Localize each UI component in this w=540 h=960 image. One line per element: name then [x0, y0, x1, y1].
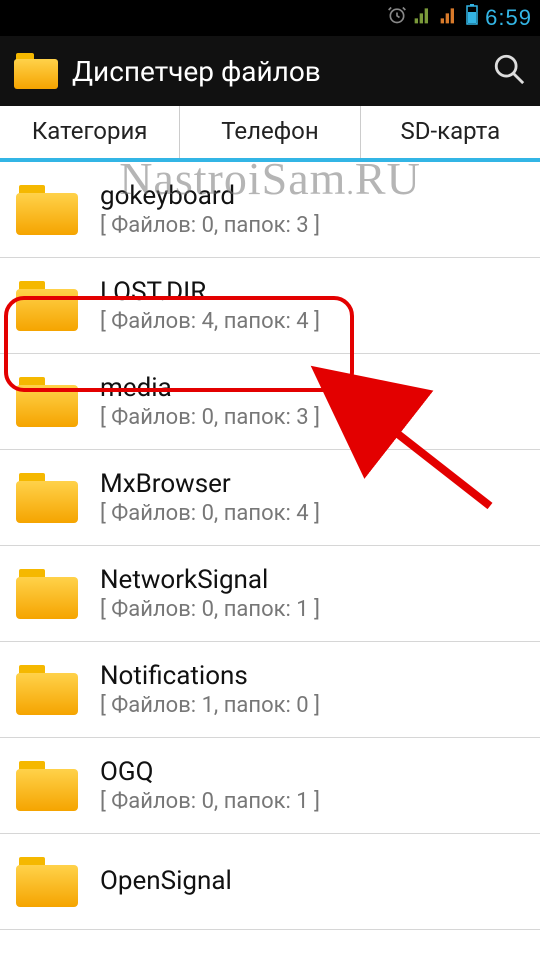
list-item[interactable]: NetworkSignal [ Файлов: 0, папок: 1 ] [0, 546, 540, 642]
folder-icon [16, 857, 78, 907]
folder-name: media [100, 373, 522, 403]
folder-icon [16, 569, 78, 619]
folder-icon [16, 281, 78, 331]
folder-meta: [ Файлов: 0, папок: 3 ] [100, 405, 522, 430]
folder-icon [16, 377, 78, 427]
folder-meta: [ Файлов: 0, папок: 4 ] [100, 501, 522, 526]
folder-name: OGQ [100, 757, 522, 787]
tab-phone[interactable]: Телефон [180, 106, 360, 158]
list-item[interactable]: gokeyboard [ Файлов: 0, папок: 3 ] [0, 162, 540, 258]
folder-name: NetworkSignal [100, 565, 522, 595]
folder-icon [16, 185, 78, 235]
tab-bar: Категория Телефон SD-карта [0, 106, 540, 162]
tab-sdcard[interactable]: SD-карта [361, 106, 540, 158]
list-item[interactable]: OpenSignal [0, 834, 540, 930]
tab-category[interactable]: Категория [0, 106, 180, 158]
alarm-icon [387, 5, 407, 31]
folder-meta: [ Файлов: 1, папок: 0 ] [100, 693, 522, 718]
folder-name: Notifications [100, 661, 522, 691]
folder-name: gokeyboard [100, 181, 522, 211]
folder-icon [16, 665, 78, 715]
folder-name: OpenSignal [100, 866, 522, 896]
signal-icon-2 [439, 5, 459, 31]
folder-icon [16, 473, 78, 523]
status-bar: 6:59 [0, 0, 540, 36]
list-item[interactable]: Notifications [ Файлов: 1, папок: 0 ] [0, 642, 540, 738]
folder-list: gokeyboard [ Файлов: 0, папок: 3 ] LOST.… [0, 162, 540, 930]
list-item[interactable]: media [ Файлов: 0, папок: 3 ] [0, 354, 540, 450]
folder-meta: [ Файлов: 0, папок: 1 ] [100, 789, 522, 814]
list-item[interactable]: MxBrowser [ Файлов: 0, папок: 4 ] [0, 450, 540, 546]
folder-icon [16, 761, 78, 811]
signal-icon-1 [413, 5, 433, 31]
search-button[interactable] [492, 52, 526, 90]
app-icon [14, 53, 58, 89]
app-header: Диспетчер файлов [0, 36, 540, 106]
list-item[interactable]: LOST.DIR [ Файлов: 4, папок: 4 ] [0, 258, 540, 354]
folder-name: LOST.DIR [100, 277, 522, 307]
app-title: Диспетчер файлов [72, 55, 478, 88]
folder-meta: [ Файлов: 0, папок: 3 ] [100, 213, 522, 238]
folder-meta: [ Файлов: 0, папок: 1 ] [100, 597, 522, 622]
battery-icon [465, 4, 479, 32]
status-time: 6:59 [485, 5, 532, 31]
folder-meta: [ Файлов: 4, папок: 4 ] [100, 309, 522, 334]
list-item[interactable]: OGQ [ Файлов: 0, папок: 1 ] [0, 738, 540, 834]
folder-name: MxBrowser [100, 469, 522, 499]
